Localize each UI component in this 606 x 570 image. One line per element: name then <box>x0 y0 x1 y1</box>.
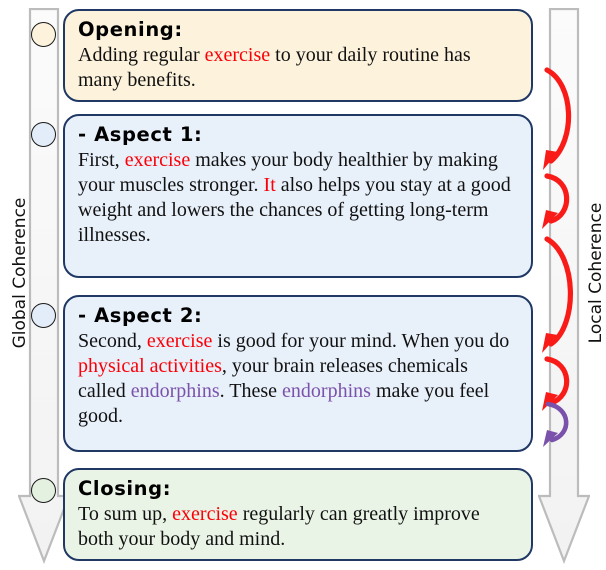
local-coherence-arrow <box>538 8 590 564</box>
aspect-2-title: - Aspect 2: <box>78 304 203 327</box>
keyword-endorphins-1: endorphins <box>130 380 220 403</box>
keyword-endorphins-2: endorphins <box>282 380 371 403</box>
node-circle-aspect-2 <box>31 303 56 328</box>
keyword-exercise: exercise <box>204 44 271 67</box>
aspect-2-body: Second, exercise is good for your mind. … <box>78 329 518 429</box>
opening-body: Adding regular exercise to your daily ro… <box>78 43 518 93</box>
closing-body: To sum up, exercise regularly can greatl… <box>78 502 518 552</box>
aspect-1-title: - Aspect 1: <box>78 123 203 146</box>
text-run: . These <box>219 380 283 403</box>
keyword-physical-activities: physical activities <box>78 355 222 378</box>
node-circle-opening <box>31 22 56 47</box>
text-run: First, <box>78 149 125 172</box>
text-run: Adding regular <box>78 44 205 67</box>
closing-box[interactable]: Closing: To sum up, exercise regularly c… <box>63 468 533 561</box>
aspect-2-box[interactable]: - Aspect 2: Second, exercise is good for… <box>63 295 533 452</box>
keyword-exercise: exercise <box>172 503 238 526</box>
keyword-it: It <box>263 174 276 197</box>
aspect-1-box[interactable]: - Aspect 1: First, exercise makes your b… <box>63 114 533 278</box>
text-run: Second, <box>78 330 147 353</box>
closing-title: Closing: <box>78 477 172 500</box>
opening-title: Opening: <box>78 18 183 41</box>
node-circle-aspect-1 <box>31 122 56 147</box>
opening-box[interactable]: Opening: Adding regular exercise to your… <box>63 9 533 102</box>
text-run: is good for your mind. When you do <box>212 330 510 353</box>
figure-canvas: Global Coherence Local Coherence Opening… <box>0 0 606 570</box>
keyword-exercise: exercise <box>146 330 213 353</box>
text-run: To sum up, <box>78 503 173 526</box>
global-coherence-label: Global Coherence <box>10 197 30 349</box>
keyword-exercise: exercise <box>124 149 191 172</box>
aspect-1-body: First, exercise makes your body healthie… <box>78 148 518 248</box>
local-coherence-label: Local Coherence <box>586 202 606 344</box>
node-circle-closing <box>31 478 56 503</box>
